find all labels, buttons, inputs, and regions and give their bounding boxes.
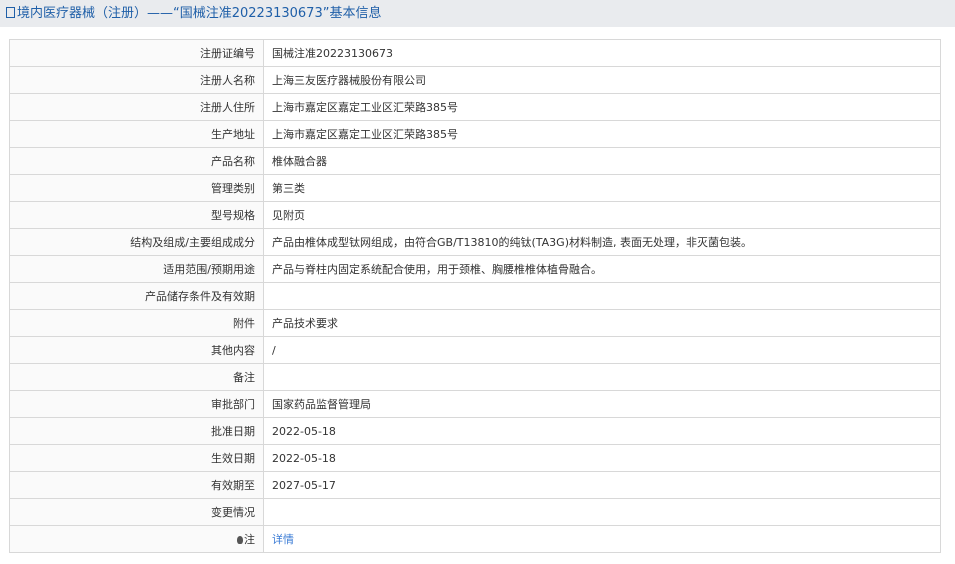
field-value: 上海市嘉定区嘉定工业区汇荣路385号	[263, 120, 941, 148]
table-row: 产品储存条件及有效期	[9, 282, 941, 310]
page-title: 境内医疗器械（注册）——“国械注准20223130673”基本信息	[17, 6, 382, 21]
table-row: 变更情况	[9, 498, 941, 526]
field-value: 国械注准20223130673	[263, 39, 941, 67]
field-value	[263, 363, 941, 391]
table-row: 生效日期 2022-05-18	[9, 444, 941, 472]
field-label: 注册证编号	[9, 39, 264, 67]
field-value	[263, 282, 941, 310]
details-link[interactable]: 详情	[272, 533, 294, 546]
lightbulb-icon	[237, 536, 243, 544]
field-label: 其他内容	[9, 336, 264, 364]
field-label: 附件	[9, 309, 264, 337]
field-label: 变更情况	[9, 498, 264, 526]
table-row: 附件 产品技术要求	[9, 309, 941, 337]
field-label: 批准日期	[9, 417, 264, 445]
info-table: 注册证编号 国械注准20223130673 注册人名称 上海三友医疗器械股份有限公司注…	[9, 39, 941, 553]
document-icon	[6, 7, 15, 18]
table-row: 其他内容 /	[9, 336, 941, 364]
table-row: 生产地址 上海市嘉定区嘉定工业区汇荣路385号	[9, 120, 941, 148]
note-label-cell: 注	[9, 525, 264, 553]
field-label: 适用范围/预期用途	[9, 255, 264, 283]
table-row: 适用范围/预期用途 产品与脊柱内固定系统配合使用，用于颈椎、胸腰椎椎体植骨融合。	[9, 255, 941, 283]
field-label: 产品储存条件及有效期	[9, 282, 264, 310]
field-label: 备注	[9, 363, 264, 391]
field-value: 第三类	[263, 174, 941, 202]
field-value: 产品与脊柱内固定系统配合使用，用于颈椎、胸腰椎椎体植骨融合。	[263, 255, 941, 283]
note-value: 详情	[263, 525, 941, 553]
field-value: 2022-05-18	[263, 444, 941, 472]
table-row: 注册人名称 上海三友医疗器械股份有限公司	[9, 66, 941, 94]
table-row: 注册证编号 国械注准20223130673	[9, 39, 941, 67]
field-label: 有效期至	[9, 471, 264, 499]
field-label: 型号规格	[9, 201, 264, 229]
field-value: 见附页	[263, 201, 941, 229]
table-row: 有效期至 2027-05-17	[9, 471, 941, 499]
field-value: 上海市嘉定区嘉定工业区汇荣路385号	[263, 93, 941, 121]
field-label: 管理类别	[9, 174, 264, 202]
table-row-note: 注 详情	[9, 525, 941, 553]
field-value	[263, 498, 941, 526]
field-label: 生效日期	[9, 444, 264, 472]
field-label: 结构及组成/主要组成成分	[9, 228, 264, 256]
field-value: 上海三友医疗器械股份有限公司	[263, 66, 941, 94]
field-value: 2022-05-18	[263, 417, 941, 445]
field-value: 国家药品监督管理局	[263, 390, 941, 418]
field-value: 2027-05-17	[263, 471, 941, 499]
field-value: /	[263, 336, 941, 364]
table-row: 审批部门 国家药品监督管理局	[9, 390, 941, 418]
table-row: 管理类别 第三类	[9, 174, 941, 202]
table-row: 结构及组成/主要组成成分 产品由椎体成型钛网组成，由符合GB/T13810的纯钛(…	[9, 228, 941, 256]
field-value: 产品技术要求	[263, 309, 941, 337]
table-row: 型号规格 见附页	[9, 201, 941, 229]
table-row: 产品名称 椎体融合器	[9, 147, 941, 175]
field-label: 注册人住所	[9, 93, 264, 121]
field-label: 产品名称	[9, 147, 264, 175]
table-row: 备注	[9, 363, 941, 391]
field-label: 审批部门	[9, 390, 264, 418]
field-label: 注册人名称	[9, 66, 264, 94]
field-value: 椎体融合器	[263, 147, 941, 175]
field-label: 生产地址	[9, 120, 264, 148]
page-header: 境内医疗器械（注册）——“国械注准20223130673”基本信息	[0, 0, 955, 27]
table-row: 批准日期 2022-05-18	[9, 417, 941, 445]
table-row: 注册人住所 上海市嘉定区嘉定工业区汇荣路385号	[9, 93, 941, 121]
field-value: 产品由椎体成型钛网组成，由符合GB/T13810的纯钛(TA3G)材料制造, 表…	[263, 228, 941, 256]
note-label: 注	[244, 533, 255, 546]
